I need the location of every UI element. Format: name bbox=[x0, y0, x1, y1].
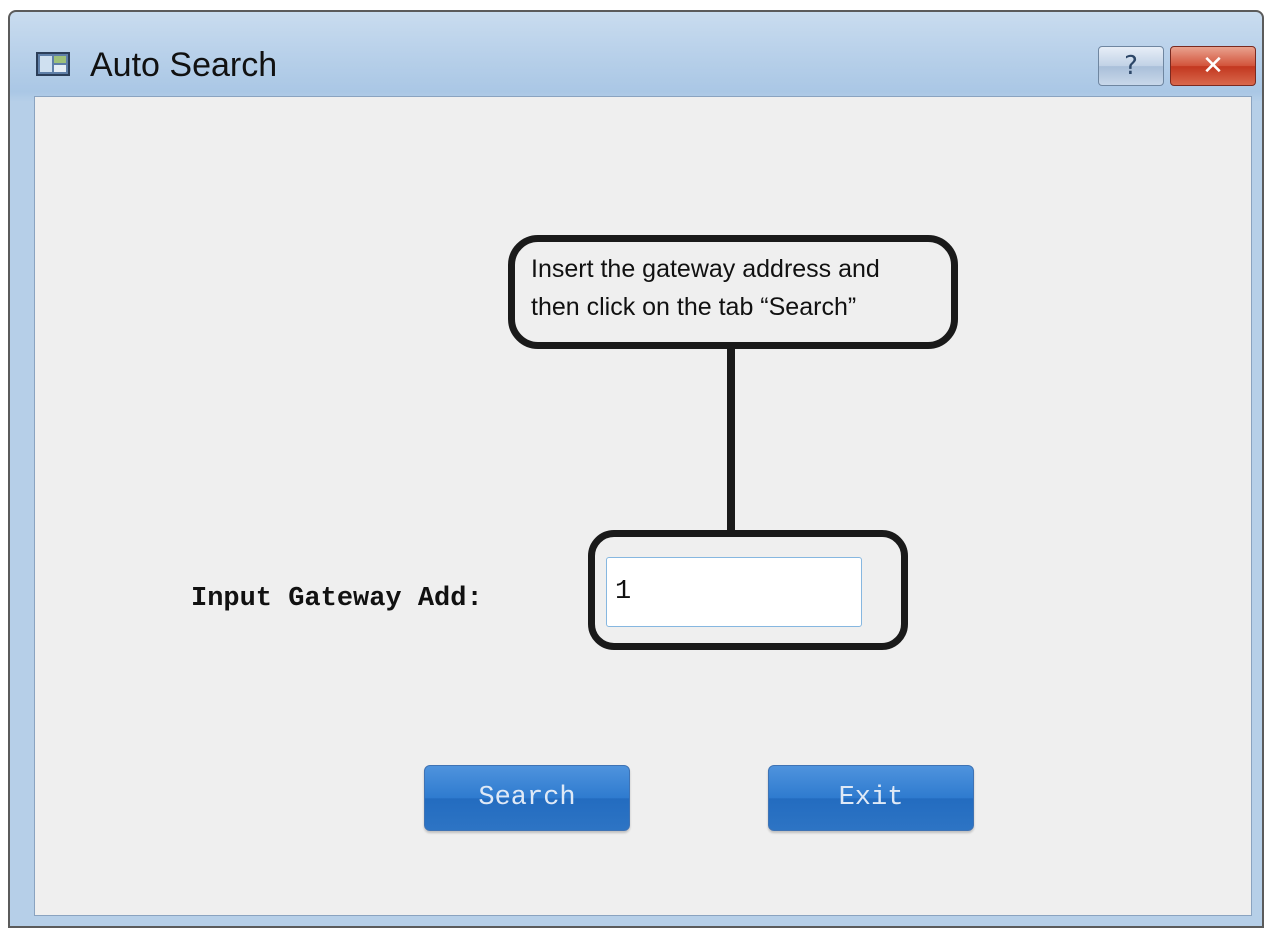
close-icon: ✕ bbox=[1202, 51, 1224, 81]
callout-connector-line bbox=[727, 349, 735, 535]
gateway-address-label: Input Gateway Add: bbox=[191, 584, 483, 614]
search-button[interactable]: Search bbox=[424, 765, 630, 831]
window-title: Auto Search bbox=[90, 46, 278, 84]
help-icon: ? bbox=[1124, 51, 1138, 81]
exit-button-label: Exit bbox=[838, 783, 904, 813]
input-highlight-box bbox=[588, 530, 908, 650]
title-bar[interactable]: Auto Search ? ✕ bbox=[10, 12, 1262, 96]
dialog-body: Insert the gateway address and then clic… bbox=[34, 96, 1252, 916]
callout-text: Insert the gateway address and then clic… bbox=[531, 255, 880, 321]
instruction-callout: Insert the gateway address and then clic… bbox=[508, 235, 958, 349]
close-button[interactable]: ✕ bbox=[1170, 46, 1256, 86]
exit-button[interactable]: Exit bbox=[768, 765, 974, 831]
search-button-label: Search bbox=[478, 783, 576, 813]
window-app-icon bbox=[36, 52, 70, 76]
auto-search-window: Auto Search ? ✕ Insert the gateway addre… bbox=[8, 10, 1264, 928]
help-button[interactable]: ? bbox=[1098, 46, 1164, 86]
